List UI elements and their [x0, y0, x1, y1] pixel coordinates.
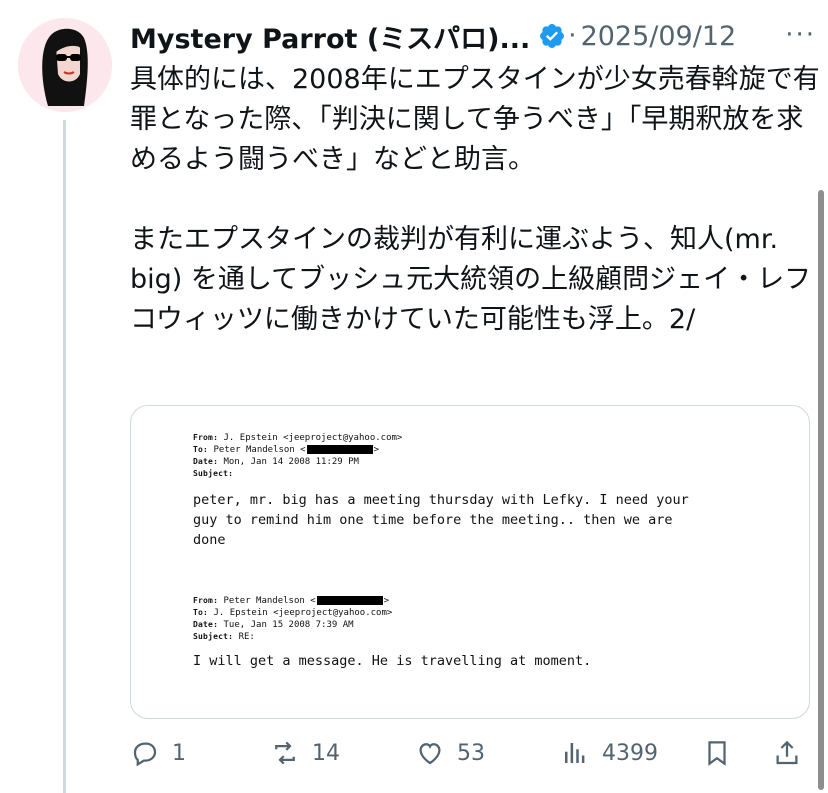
like-button[interactable]: 53 — [415, 730, 485, 776]
like-icon — [419, 743, 441, 765]
attached-image[interactable]: From: J. Epstein <jeeproject@yahoo.com> … — [130, 405, 810, 719]
bookmark-icon — [708, 741, 726, 766]
more-icon[interactable]: ··· — [785, 20, 816, 50]
post-text: 具体的には、2008年にエプスタインが少女売春斡旋で有罪となった際、「判決に関し… — [130, 64, 820, 335]
thread-line — [63, 120, 66, 793]
bookmark-button[interactable] — [702, 730, 732, 776]
redaction-bar — [306, 445, 373, 454]
reply-count: 1 — [172, 740, 186, 766]
repost-count: 14 — [312, 740, 340, 766]
email-2: From: Peter Mandelson < > To: J. Epstein … — [193, 595, 793, 671]
repost-icon — [275, 741, 295, 765]
views-icon — [565, 743, 585, 763]
avatar-illustration — [18, 18, 112, 112]
reply-button[interactable]: 1 — [130, 730, 186, 776]
email-1-to: To: Peter Mandelson < > — [193, 445, 380, 455]
author-name[interactable]: Mystery Parrot (ミスパロ)... — [130, 17, 530, 56]
email-1-subject: Subject: — [193, 469, 234, 478]
share-button[interactable] — [772, 730, 802, 776]
redaction-bar — [316, 596, 383, 605]
views-button[interactable]: 4399 — [560, 730, 658, 776]
repost-button[interactable]: 14 — [270, 730, 340, 776]
email-2-subject: Subject: RE: — [193, 632, 255, 642]
email-1-from: From: J. Epstein <jeeproject@yahoo.com> — [193, 433, 403, 443]
share-icon — [776, 740, 798, 765]
email-2-from: From: Peter Mandelson < > — [193, 596, 390, 606]
post-header: Mystery Parrot (ミスパロ)... · 2025/09/12 ··… — [130, 14, 820, 58]
views-count: 4399 — [602, 740, 658, 766]
avatar[interactable] — [18, 18, 112, 112]
action-bar: 1 14 53 4399 — [130, 730, 820, 776]
email-2-to: To: J. Epstein <jeeproject@yahoo.com> — [193, 608, 393, 618]
scrollbar[interactable] — [818, 190, 824, 790]
post-date[interactable]: 2025/09/12 — [581, 21, 737, 52]
like-count: 53 — [457, 740, 485, 766]
email-1-date: Date: Mon, Jan 14 2008 11:29 PM — [193, 457, 359, 467]
email-1: From: J. Epstein <jeeproject@yahoo.com> … — [193, 432, 793, 550]
email-1-body: peter, mr. big has a meeting thursday wi… — [193, 492, 689, 548]
email-2-body: I will get a message. He is travelling a… — [193, 653, 592, 669]
reply-icon — [133, 742, 157, 767]
header-separator: · — [568, 21, 577, 51]
verified-badge-icon — [538, 22, 566, 50]
email-2-date: Date: Tue, Jan 15 2008 7:39 AM — [193, 620, 354, 630]
